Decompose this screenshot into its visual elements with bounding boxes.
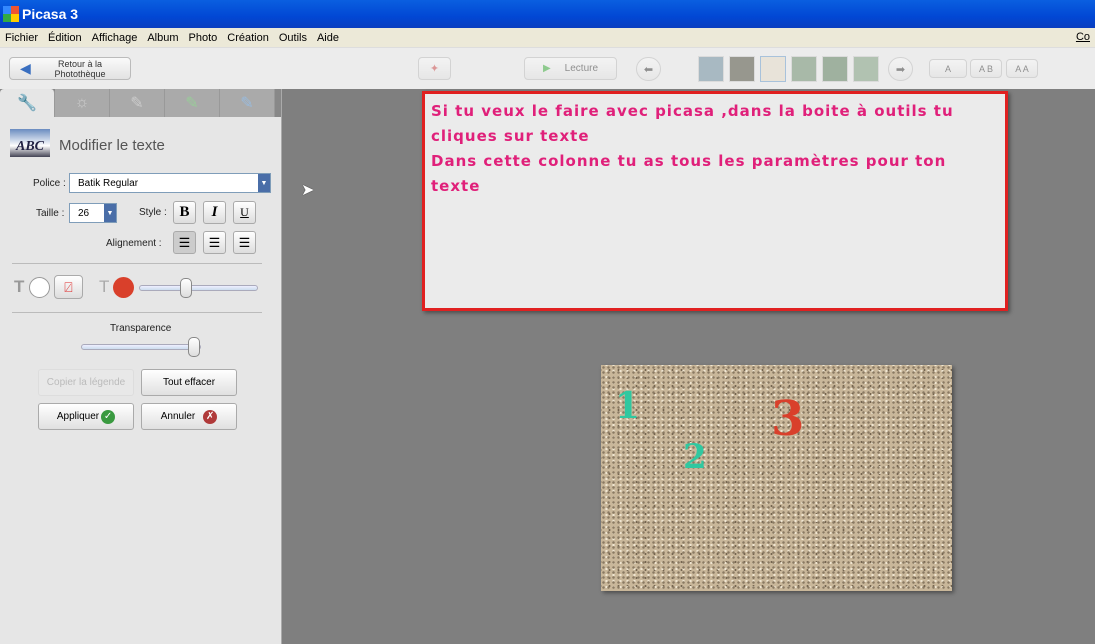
text-color-icon: T [99,277,110,296]
annotation-line: cliques sur texte [431,127,590,145]
back-label-2: Photothèque [54,68,106,79]
thumbnail-selected[interactable] [760,56,786,82]
previous-button[interactable]: ⬅ [636,57,661,81]
font-label: Police : [33,178,66,189]
menu-outils[interactable]: Outils [274,32,312,44]
check-icon: ✓ [101,409,116,424]
thumbnail[interactable] [853,56,879,82]
picasa-logo-icon [3,6,19,22]
no-outline-button[interactable]: ⍁ [54,275,83,299]
brush-icon: ✎ [130,95,144,112]
menu-creation[interactable]: Création [222,32,274,44]
align-center-icon: ☰ [208,234,221,250]
next-button[interactable]: ➡ [888,57,913,81]
align-left-icon: ☰ [178,234,191,250]
cancel-label: Annuler [160,411,196,422]
photo-label-3: 3 [771,391,805,447]
align-right-button[interactable]: ☰ [233,231,256,254]
sun-icon: ☼ [74,94,90,111]
arrow-left-icon: ◀ [20,60,31,76]
bold-button[interactable]: B [173,201,196,224]
annotation-line: Si tu veux le faire avec picasa ,dans la… [431,102,954,120]
text-color-swatch[interactable] [113,277,134,298]
caption-mode-aa[interactable]: A A [1006,59,1038,78]
transparency-label: Transparence [110,323,172,334]
arrow-left-icon: ⬅ [643,63,654,76]
apply-button[interactable]: Appliquer ✓ [38,403,134,430]
tab-effects-3[interactable]: ✎ [220,89,275,117]
align-right-icon: ☰ [238,234,251,250]
italic-button[interactable]: I [203,201,226,224]
photo-preview[interactable]: 1 2 3 [601,365,952,591]
cancel-button[interactable]: Annuler ✗ [141,403,237,430]
caption-mode-ab[interactable]: A B [970,59,1002,78]
title-bar: Picasa 3 [0,0,1095,28]
menu-fichier[interactable]: Fichier [0,32,43,44]
menu-album[interactable]: Album [142,32,183,44]
window-title: Picasa 3 [22,6,79,22]
align-label: Alignement : [106,238,162,249]
arrow-right-icon: ➡ [895,63,906,76]
text-outline-icon: T [14,277,25,296]
align-left-button[interactable]: ☰ [173,231,196,254]
menu-aide[interactable]: Aide [312,32,344,44]
apply-label: Appliquer [56,411,100,422]
annotation-line: Dans cette colonne tu as tous les paramè… [431,152,947,195]
caption-mode-single[interactable]: A [929,59,967,78]
chevron-down-icon: ▼ [258,174,270,192]
menu-link-cut[interactable]: Co [1071,31,1095,43]
size-select[interactable]: 26 ▼ [69,203,117,223]
text-tool-icon: ABC [10,129,50,157]
mouse-cursor-icon: ➤ [301,182,315,199]
transparency-slider[interactable] [81,344,201,350]
thumbnail[interactable] [698,56,724,82]
back-label-1: Retour à la [57,58,102,69]
photo-label-1: 1 [615,385,641,427]
menu-affichage[interactable]: Affichage [87,32,143,44]
underline-button[interactable]: U [233,201,256,224]
divider [12,312,262,313]
divider [12,263,262,264]
no-fill-icon: ⍁ [64,278,73,295]
back-to-library-button[interactable]: ◀ Retour à la Photothèque [9,57,131,80]
edit-panel: 🔧 ☼ ✎ ✎ ✎ ABC Modifier le texte Police :… [0,89,282,644]
thumbnail[interactable] [729,56,755,82]
photo-label-2: 2 [683,437,707,477]
outline-slider-handle[interactable] [180,278,192,298]
edit-tabs: 🔧 ☼ ✎ ✎ ✎ [0,89,281,117]
thumbnail[interactable] [791,56,817,82]
copy-caption-button[interactable]: Copier la légende [38,369,134,396]
align-center-button[interactable]: ☰ [203,231,226,254]
outline-slider[interactable] [139,285,258,291]
close-icon: ✗ [203,409,218,424]
menu-bar: Fichier Édition Affichage Album Photo Cr… [0,28,1095,47]
clear-all-button[interactable]: Tout effacer [141,369,237,396]
wrench-icon: 🔧 [17,95,37,112]
toolbar: ◀ Retour à la Photothèque ✦ ▶ Lecture ⬅ ➡ A… [0,47,1095,89]
play-button[interactable]: ▶ Lecture [524,57,617,80]
play-label: Lecture [564,63,599,74]
annotation-textbox: Si tu veux le faire avec picasa ,dans la… [422,91,1008,311]
tab-tuning[interactable]: ☼ [55,89,110,117]
brush-blue-icon: ✎ [240,95,254,112]
collage-button[interactable]: ✦ [418,57,451,80]
thumbnail[interactable] [822,56,848,82]
transparency-slider-handle[interactable] [188,337,200,357]
tab-basic-fixes[interactable]: 🔧 [0,89,55,117]
font-value: Batik Regular [78,177,139,189]
outline-color-swatch[interactable] [29,277,50,298]
chevron-down-icon: ▼ [104,204,116,222]
menu-photo[interactable]: Photo [184,32,223,44]
panel-title: Modifier le texte [59,137,165,154]
menu-edition[interactable]: Édition [43,32,87,44]
style-label: Style : [139,207,167,218]
tab-effects-2[interactable]: ✎ [165,89,220,117]
font-select[interactable]: Batik Regular ▼ [69,173,271,193]
tab-effects[interactable]: ✎ [110,89,165,117]
size-label: Taille : [36,208,65,219]
brush-green-icon: ✎ [185,95,199,112]
size-value: 26 [78,207,90,219]
play-icon: ▶ [542,63,551,74]
